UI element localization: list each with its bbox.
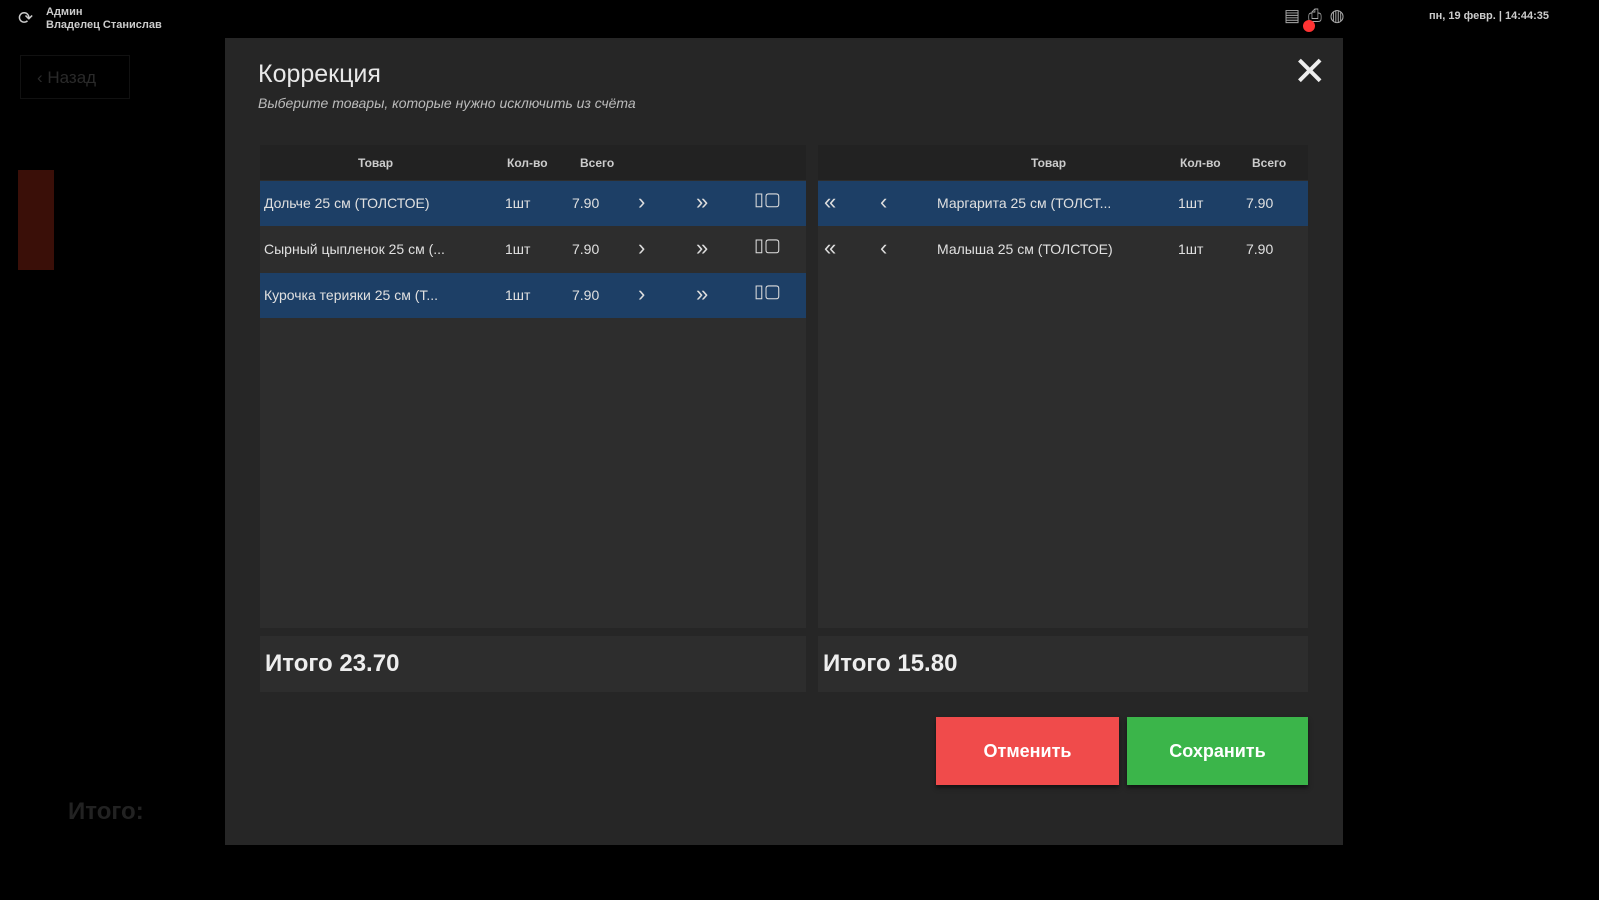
col-product: Товар	[1031, 156, 1067, 170]
user-info: Админ Владелец Станислав	[46, 6, 162, 32]
item-qty: 1шт	[505, 195, 531, 211]
item-name: Дольче 25 см (ТОЛСТОЕ)	[264, 195, 430, 211]
item-name: Маргарита 25 см (ТОЛСТ...	[937, 195, 1112, 211]
item-name: Курочка терияки 25 см (Т...	[264, 287, 439, 303]
back-label: Назад	[47, 68, 97, 87]
sync-icon[interactable]: ⟳	[18, 8, 33, 29]
table-row[interactable]: Дольче 25 см (ТОЛСТОЕ) 1шт 7.90 › » ▯▢	[260, 181, 806, 226]
item-qty: 1шт	[1178, 195, 1204, 211]
back-button: ‹ Назад	[20, 55, 130, 99]
item-qty: 1шт	[1178, 241, 1204, 257]
col-qty: Кол-во	[1180, 156, 1221, 170]
item-qty: 1шт	[505, 241, 531, 257]
move-one-right-icon[interactable]: ›	[638, 235, 645, 261]
table-row[interactable]: « ‹ Малыша 25 см (ТОЛСТОЕ) 1шт 7.90	[818, 227, 1308, 272]
split-item-icon[interactable]: ▯▢	[754, 235, 781, 256]
move-all-right-icon[interactable]: »	[696, 235, 708, 261]
datetime: пн, 19 февр. | 14:44:35	[1428, 10, 1549, 22]
notification-badge	[1303, 20, 1315, 32]
table-header: Товар Кол-во Всего	[260, 145, 806, 180]
item-total: 7.90	[572, 287, 600, 303]
col-qty: Кол-во	[507, 156, 548, 170]
move-one-right-icon[interactable]: ›	[638, 281, 645, 307]
table-row[interactable]: Курочка терияки 25 см (Т... 1шт 7.90 › » ▯▢	[260, 273, 806, 318]
split-item-icon[interactable]: ▯▢	[754, 281, 781, 302]
table-row[interactable]: « ‹ Маргарита 25 см (ТОЛСТ... 1шт 7.90	[818, 181, 1308, 226]
move-one-left-icon[interactable]: ‹	[880, 189, 887, 215]
user-role: Админ	[46, 6, 83, 18]
col-total: Всего	[580, 156, 615, 170]
right-total: Итого 15.80	[818, 636, 1308, 692]
move-all-left-icon[interactable]: «	[824, 189, 836, 215]
move-one-right-icon[interactable]: ›	[638, 189, 645, 215]
item-total: 7.90	[1246, 241, 1274, 257]
excluded-items-panel: Товар Кол-во Всего « ‹ Маргарита 25 см (ТО…	[818, 145, 1308, 628]
item-total: 7.90	[1246, 195, 1274, 211]
bill-items-panel: Товар Кол-во Всего Дольче 25 см (ТОЛСТОЕ…	[260, 145, 806, 628]
background-order-marker	[18, 170, 54, 270]
move-all-right-icon[interactable]: »	[696, 281, 708, 307]
item-total: 7.90	[572, 241, 600, 257]
col-product: Товар	[358, 156, 394, 170]
item-name: Сырный цыпленок 25 см (...	[264, 241, 445, 257]
move-one-left-icon[interactable]: ‹	[880, 235, 887, 261]
user-name: Владелец Станислав	[46, 19, 162, 31]
left-total: Итого 23.70	[260, 636, 806, 692]
background-total: Итого:	[68, 798, 144, 825]
split-item-icon[interactable]: ▯▢	[754, 189, 781, 210]
item-total: 7.90	[572, 195, 600, 211]
close-icon[interactable]: ✕	[1293, 52, 1327, 92]
dialog-title: Коррекция	[258, 60, 381, 88]
cancel-button[interactable]: Отменить	[936, 717, 1119, 785]
table-header: Товар Кол-во Всего	[818, 145, 1308, 180]
move-all-right-icon[interactable]: »	[696, 189, 708, 215]
table-row[interactable]: Сырный цыпленок 25 см (... 1шт 7.90 › » ▯▢	[260, 227, 806, 272]
correction-dialog: Коррекция Выберите товары, которые нужно…	[225, 38, 1343, 845]
top-bar: ⟳ Админ Владелец Станислав ▤ ⎙ ◍ пн, 19 фе…	[0, 0, 1599, 38]
col-total: Всего	[1252, 156, 1287, 170]
item-name: Малыша 25 см (ТОЛСТОЕ)	[937, 241, 1113, 257]
item-qty: 1шт	[505, 287, 531, 303]
save-button[interactable]: Сохранить	[1127, 717, 1308, 785]
globe-icon[interactable]: ◍	[1330, 6, 1345, 26]
dialog-subtitle: Выберите товары, которые нужно исключить…	[258, 95, 636, 111]
receipt-icon[interactable]: ▤	[1284, 6, 1300, 26]
move-all-left-icon[interactable]: «	[824, 235, 836, 261]
